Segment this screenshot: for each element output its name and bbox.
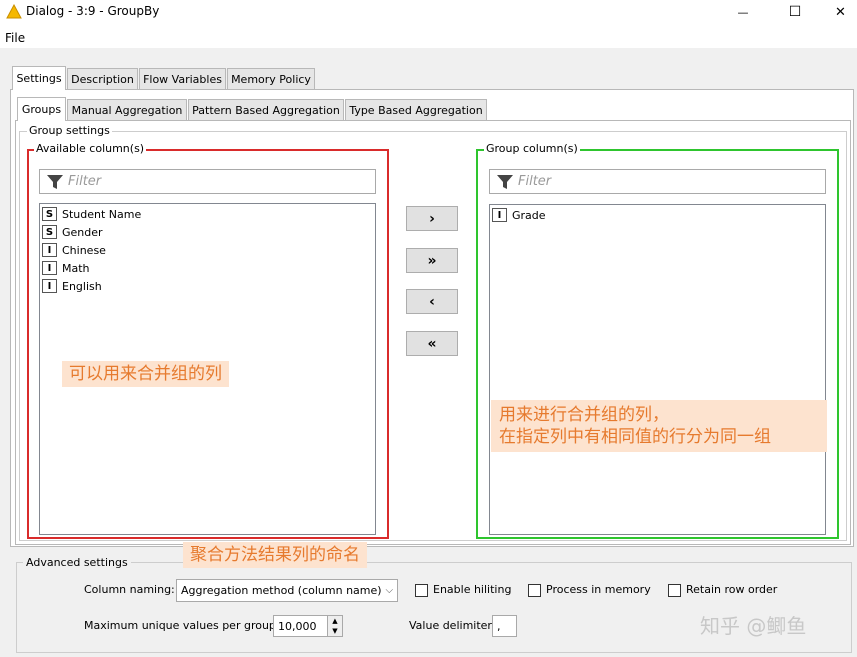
remove-all-button[interactable]: « [406,331,458,356]
menu-file[interactable]: File [5,31,25,45]
tab-settings[interactable]: Settings [12,66,66,90]
column-name: English [62,279,102,293]
enable-hiliting-checkbox[interactable] [415,584,428,597]
group-settings-title: Group settings [27,124,112,137]
column-name: Student Name [62,207,142,221]
close-icon: ✕ [835,4,846,20]
max-unique-values-value: 10,000 [278,619,317,633]
spinner-up-icon[interactable]: ▲ [328,616,342,626]
available-columns-title: Available column(s) [34,142,147,155]
maximize-icon: ☐ [788,4,802,20]
funnel-icon [47,174,63,189]
column-name: Gender [62,225,103,239]
enable-hiliting-label: Enable hiliting [433,583,512,596]
advanced-settings-title: Advanced settings [23,556,131,569]
minimize-icon: — [737,5,749,19]
string-type-icon: S [42,225,57,239]
spinner-arrows[interactable]: ▲ ▼ [327,616,342,636]
subtab-type-based-aggregation[interactable]: Type Based Aggregation [345,99,487,121]
column-name: Chinese [62,243,106,257]
list-item[interactable]: I Grade [490,206,825,224]
minimize-button[interactable]: — [720,0,766,24]
column-name: Math [62,261,90,275]
remove-button[interactable]: ‹ [406,289,458,314]
tab-memory-policy[interactable]: Memory Policy [227,68,315,90]
list-item[interactable]: I Math [40,259,375,277]
group-annotation-line1: 用来进行合并组的列， [499,405,669,425]
column-naming-annotation: 聚合方法结果列的命名 [183,542,367,568]
available-filter-placeholder: Filter [68,174,102,189]
max-unique-values-label: Maximum unique values per group [84,619,276,632]
integer-type-icon: I [42,243,57,257]
group-annotation-line2: 在指定列中有相同值的行分为同一组 [499,427,771,447]
column-naming-select[interactable]: Aggregation method (column name) ⌵ [176,579,398,602]
column-naming-label: Column naming: [84,583,175,596]
integer-type-icon: I [42,261,57,275]
subtab-manual-aggregation[interactable]: Manual Aggregation [67,99,187,121]
group-columns-list[interactable]: I Grade [489,204,826,535]
list-item[interactable]: S Student Name [40,205,375,223]
advanced-settings-fieldset [16,562,852,653]
add-all-button[interactable]: » [406,248,458,273]
maximize-button[interactable]: ☐ [772,0,818,24]
window-title: Dialog - 3:9 - GroupBy [26,4,160,18]
retain-row-order-label: Retain row order [686,583,778,596]
subtab-pattern-based-aggregation[interactable]: Pattern Based Aggregation [188,99,344,121]
retain-row-order-checkbox[interactable] [668,584,681,597]
subtab-groups[interactable]: Groups [17,97,66,121]
available-filter-input[interactable]: Filter [39,169,376,194]
column-naming-value: Aggregation method (column name) [181,584,382,597]
group-columns-title: Group column(s) [484,142,580,155]
spinner-down-icon[interactable]: ▼ [328,626,342,636]
chevron-down-icon: ⌵ [385,585,394,596]
warning-triangle-icon [6,4,22,19]
integer-type-icon: I [492,208,507,222]
available-columns-annotation: 可以用来合并组的列 [62,361,229,387]
watermark-text: 知乎 @鲫鱼 [700,614,807,638]
group-filter-placeholder: Filter [518,174,552,189]
list-item[interactable]: I English [40,277,375,295]
funnel-icon [497,174,513,189]
process-in-memory-checkbox[interactable] [528,584,541,597]
tab-flow-variables[interactable]: Flow Variables [139,68,226,90]
list-item[interactable]: I Chinese [40,241,375,259]
value-delimiter-label: Value delimiter [409,619,492,632]
group-columns-annotation: 用来进行合并组的列， 在指定列中有相同值的行分为同一组 [491,400,827,452]
value-delimiter-value: , [497,619,501,633]
column-name: Grade [512,208,546,222]
integer-type-icon: I [42,279,57,293]
string-type-icon: S [42,207,57,221]
list-item[interactable]: S Gender [40,223,375,241]
menu-bar [0,28,857,48]
value-delimiter-input[interactable]: , [492,615,517,637]
tab-description[interactable]: Description [67,68,138,90]
process-in-memory-label: Process in memory [546,583,651,596]
group-filter-input[interactable]: Filter [489,169,826,194]
add-button[interactable]: › [406,206,458,231]
close-button[interactable]: ✕ [824,0,857,24]
